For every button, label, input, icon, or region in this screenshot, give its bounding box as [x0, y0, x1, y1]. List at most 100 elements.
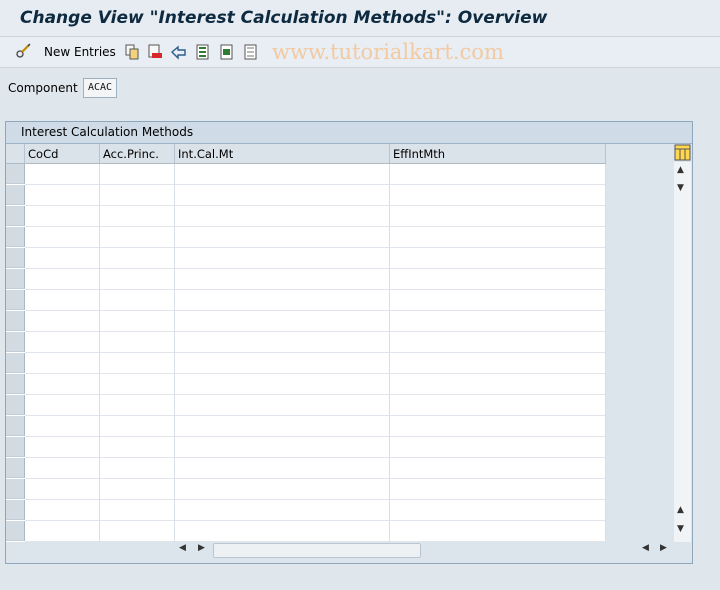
- row-selector[interactable]: [6, 185, 25, 205]
- row-selector[interactable]: [6, 164, 25, 184]
- table-cell[interactable]: [175, 332, 390, 353]
- table-cell[interactable]: [100, 185, 175, 206]
- glasses-pencil-icon[interactable]: [14, 43, 32, 61]
- row-selector[interactable]: [6, 290, 25, 310]
- row-selector[interactable]: [6, 458, 25, 478]
- table-cell[interactable]: [25, 437, 100, 458]
- table-cell[interactable]: [175, 416, 390, 437]
- scroll-far-right-icon[interactable]: ▶: [660, 543, 667, 553]
- deselect-all-icon[interactable]: [242, 43, 260, 61]
- row-selector[interactable]: [6, 521, 25, 541]
- row-selector[interactable]: [6, 437, 25, 457]
- scroll-page-down-icon[interactable]: ▼: [677, 524, 684, 534]
- table-cell[interactable]: [390, 479, 606, 500]
- table-cell[interactable]: [25, 332, 100, 353]
- table-cell[interactable]: [175, 521, 390, 542]
- table-cell[interactable]: [100, 395, 175, 416]
- row-selector[interactable]: [6, 269, 25, 289]
- scroll-down-icon[interactable]: ▼: [677, 183, 684, 193]
- table-cell[interactable]: [390, 185, 606, 206]
- table-cell[interactable]: [175, 269, 390, 290]
- table-cell[interactable]: [25, 458, 100, 479]
- table-cell[interactable]: [25, 311, 100, 332]
- scroll-far-left-icon[interactable]: ◀: [642, 543, 649, 553]
- table-settings-icon[interactable]: [674, 144, 691, 161]
- table-cell[interactable]: [175, 227, 390, 248]
- table-cell[interactable]: [175, 458, 390, 479]
- scroll-up-icon[interactable]: ▲: [677, 165, 684, 175]
- table-cell[interactable]: [100, 290, 175, 311]
- row-selector[interactable]: [6, 374, 25, 394]
- row-selector[interactable]: [6, 395, 25, 415]
- table-cell[interactable]: [390, 164, 606, 185]
- table-cell[interactable]: [175, 479, 390, 500]
- table-cell[interactable]: [25, 521, 100, 542]
- new-entries-button[interactable]: New Entries: [44, 45, 116, 59]
- column-header-int-cal-mt[interactable]: Int.Cal.Mt: [175, 144, 390, 164]
- table-cell[interactable]: [100, 479, 175, 500]
- table-cell[interactable]: [25, 164, 100, 185]
- table-cell[interactable]: [390, 206, 606, 227]
- table-cell[interactable]: [25, 353, 100, 374]
- row-selector[interactable]: [6, 332, 25, 352]
- table-cell[interactable]: [175, 395, 390, 416]
- table-cell[interactable]: [25, 227, 100, 248]
- table-cell[interactable]: [100, 353, 175, 374]
- row-selector[interactable]: [6, 353, 25, 373]
- table-cell[interactable]: [390, 500, 606, 521]
- table-cell[interactable]: [175, 290, 390, 311]
- row-selector[interactable]: [6, 206, 25, 226]
- table-cell[interactable]: [100, 227, 175, 248]
- table-cell[interactable]: [175, 374, 390, 395]
- table-cell[interactable]: [100, 248, 175, 269]
- delete-icon[interactable]: [146, 43, 164, 61]
- row-selector[interactable]: [6, 479, 25, 499]
- scroll-page-up-icon[interactable]: ▲: [677, 505, 684, 515]
- table-cell[interactable]: [100, 206, 175, 227]
- table-cell[interactable]: [100, 416, 175, 437]
- table-cell[interactable]: [175, 500, 390, 521]
- table-cell[interactable]: [175, 437, 390, 458]
- table-cell[interactable]: [25, 395, 100, 416]
- table-cell[interactable]: [390, 395, 606, 416]
- table-cell[interactable]: [100, 437, 175, 458]
- table-cell[interactable]: [25, 290, 100, 311]
- table-cell[interactable]: [390, 416, 606, 437]
- table-cell[interactable]: [390, 248, 606, 269]
- table-cell[interactable]: [390, 353, 606, 374]
- table-cell[interactable]: [100, 374, 175, 395]
- table-cell[interactable]: [175, 353, 390, 374]
- table-cell[interactable]: [25, 269, 100, 290]
- table-cell[interactable]: [100, 332, 175, 353]
- table-cell[interactable]: [390, 521, 606, 542]
- table-cell[interactable]: [25, 500, 100, 521]
- column-header-cocd[interactable]: CoCd: [25, 144, 100, 164]
- row-selector[interactable]: [6, 416, 25, 436]
- table-cell[interactable]: [25, 185, 100, 206]
- vertical-scrollbar[interactable]: ▲ ▼ ▲ ▼: [674, 162, 691, 542]
- table-cell[interactable]: [390, 290, 606, 311]
- select-all-icon[interactable]: [194, 43, 212, 61]
- select-block-icon[interactable]: [218, 43, 236, 61]
- table-cell[interactable]: [390, 458, 606, 479]
- table-cell[interactable]: [25, 479, 100, 500]
- table-cell[interactable]: [175, 248, 390, 269]
- table-cell[interactable]: [390, 437, 606, 458]
- table-cell[interactable]: [25, 374, 100, 395]
- table-cell[interactable]: [100, 164, 175, 185]
- scroll-right-icon[interactable]: ▶: [198, 543, 205, 553]
- table-cell[interactable]: [390, 269, 606, 290]
- row-selector[interactable]: [6, 311, 25, 331]
- table-cell[interactable]: [100, 269, 175, 290]
- table-cell[interactable]: [390, 374, 606, 395]
- horizontal-scrollbar[interactable]: ◀ ▶ ◀ ▶: [176, 542, 676, 560]
- undo-icon[interactable]: [170, 43, 188, 61]
- horizontal-scroll-thumb[interactable]: [213, 543, 421, 558]
- row-selector[interactable]: [6, 227, 25, 247]
- table-cell[interactable]: [100, 311, 175, 332]
- row-selector[interactable]: [6, 500, 25, 520]
- copy-icon[interactable]: [123, 43, 141, 61]
- table-cell[interactable]: [175, 185, 390, 206]
- table-cell[interactable]: [175, 206, 390, 227]
- table-cell[interactable]: [100, 500, 175, 521]
